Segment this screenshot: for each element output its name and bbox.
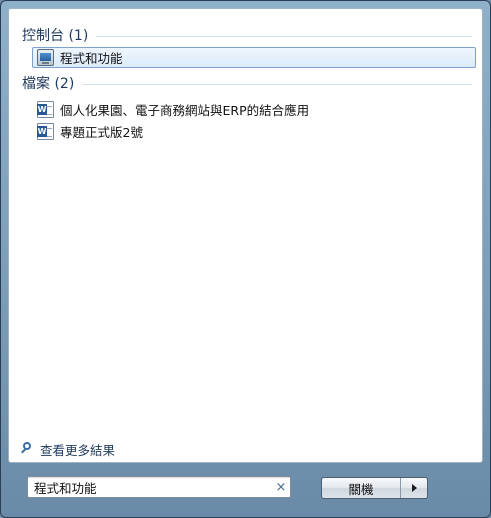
- start-menu-frame: 控制台 (1) 程式和功能 檔案 (2) 個人化果園、電子商務網站與ERP的結合…: [0, 0, 491, 518]
- search-results-pane: 控制台 (1) 程式和功能 檔案 (2) 個人化果園、電子商務網站與ERP的結合…: [8, 8, 483, 463]
- see-more-label: 查看更多結果: [40, 442, 116, 458]
- shutdown-button-group: 關機: [321, 477, 428, 499]
- word-document-icon: [37, 101, 54, 118]
- group-divider: [82, 83, 472, 85]
- group-divider: [96, 35, 472, 37]
- result-label: 專題正式版2號: [60, 125, 143, 140]
- word-document-icon: [37, 123, 54, 140]
- control-panel-icon: [37, 49, 54, 66]
- see-more-results-link[interactable]: 查看更多結果: [20, 440, 115, 458]
- shutdown-button[interactable]: 關機: [322, 478, 401, 498]
- result-label: 程式和功能: [60, 51, 123, 66]
- group-header-files: 檔案 (2): [22, 73, 472, 93]
- result-label: 個人化果園、電子商務網站與ERP的結合應用: [60, 103, 310, 118]
- clear-search-icon[interactable]: ×: [272, 480, 290, 495]
- result-programs-and-features[interactable]: 程式和功能: [32, 47, 476, 68]
- group-title: 檔案 (2): [22, 76, 75, 92]
- shutdown-options-button[interactable]: [401, 478, 427, 498]
- result-file-2[interactable]: 專題正式版2號: [32, 121, 476, 142]
- result-file-1[interactable]: 個人化果園、電子商務網站與ERP的結合應用: [32, 99, 476, 120]
- group-header-control-panel: 控制台 (1): [22, 25, 472, 45]
- chevron-right-icon: [411, 484, 417, 492]
- search-input[interactable]: [28, 478, 272, 496]
- group-title: 控制台 (1): [22, 28, 89, 44]
- search-box[interactable]: ×: [27, 476, 291, 498]
- search-icon: [20, 442, 34, 456]
